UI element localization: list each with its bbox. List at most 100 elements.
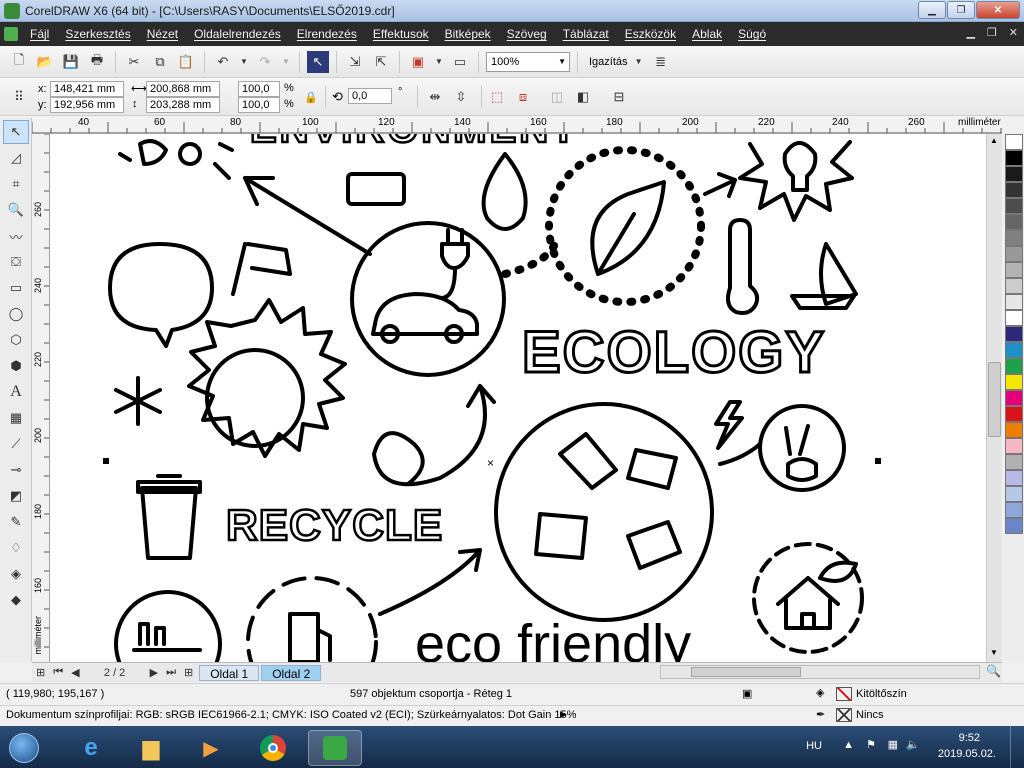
object-origin-icon[interactable]: ⠿ <box>8 86 30 108</box>
table-tool-icon[interactable]: ▦ <box>3 406 29 430</box>
connector-tool-icon[interactable]: ⊸ <box>3 458 29 482</box>
rectangle-tool-icon[interactable]: ▭ <box>3 276 29 300</box>
show-desktop-button[interactable] <box>1010 726 1024 768</box>
paste-icon[interactable]: 📋 <box>175 51 197 73</box>
interactive-effects-icon[interactable]: ◩ <box>3 484 29 508</box>
color-swatch[interactable] <box>1005 454 1023 470</box>
vertical-ruler[interactable]: 260 240 220 200 180 160 milliméter <box>32 134 50 662</box>
redo-dropdown-icon[interactable]: ▼ <box>280 51 292 73</box>
color-swatch[interactable] <box>1005 438 1023 454</box>
color-swatch[interactable] <box>1005 486 1023 502</box>
last-page-icon[interactable]: ⏭ <box>166 666 176 679</box>
color-swatch[interactable] <box>1005 134 1023 150</box>
color-swatch[interactable] <box>1005 422 1023 438</box>
menu-text[interactable]: Szöveg <box>507 27 547 41</box>
lock-ratio-icon[interactable]: 🔒 <box>300 86 322 108</box>
file-explorer-icon[interactable]: ▆ <box>124 730 178 766</box>
publish-dropdown-icon[interactable]: ▼ <box>433 51 445 73</box>
menu-file[interactable]: Fájl <box>30 27 49 41</box>
align-distribute-icon[interactable]: ⊟ <box>608 86 630 108</box>
horizontal-scrollbar[interactable] <box>660 665 980 679</box>
polygon-tool-icon[interactable]: ⬡ <box>3 328 29 352</box>
horizontal-ruler[interactable]: 40 60 80 100 120 140 160 180 200 220 240… <box>32 116 1002 134</box>
color-swatch[interactable] <box>1005 198 1023 214</box>
internet-explorer-icon[interactable]: e <box>64 730 118 766</box>
rotation-angle-field[interactable]: 0,0 <box>348 88 392 104</box>
color-swatch[interactable] <box>1005 518 1023 534</box>
menu-view[interactable]: Nézet <box>147 27 178 41</box>
text-tool-icon[interactable]: A <box>3 380 29 404</box>
color-swatch[interactable] <box>1005 214 1023 230</box>
new-document-icon[interactable]: 🗋 <box>8 51 30 73</box>
add-page-after-icon[interactable]: ⊞ <box>184 666 193 679</box>
vertical-scroll-thumb[interactable] <box>988 362 1001 437</box>
basic-shapes-tool-icon[interactable]: ⬢ <box>3 354 29 378</box>
menu-help[interactable]: Súgó <box>738 27 766 41</box>
color-swatch[interactable] <box>1005 326 1023 342</box>
document-menu-icon[interactable] <box>4 27 18 41</box>
maximize-button[interactable]: ❐ <box>947 1 975 19</box>
color-swatch[interactable] <box>1005 374 1023 390</box>
scroll-down-icon[interactable]: ▼ <box>990 648 998 657</box>
language-indicator[interactable]: HU <box>806 740 822 752</box>
width-field[interactable]: 200,868 mm <box>146 81 220 97</box>
start-button[interactable] <box>4 730 44 766</box>
doc-minimize-button[interactable]: ▁ <box>966 26 974 39</box>
first-page-icon[interactable]: ⏮ <box>53 666 63 679</box>
close-button[interactable]: ✕ <box>976 1 1020 19</box>
shape-tool-icon[interactable]: ◿ <box>3 146 29 170</box>
color-profile-info[interactable]: Dokumentum színprofiljai: RGB: sRGB IEC6… <box>6 709 576 721</box>
color-swatch[interactable] <box>1005 406 1023 422</box>
x-position-field[interactable]: 148,421 mm <box>50 81 124 97</box>
color-swatch[interactable] <box>1005 166 1023 182</box>
previous-page-icon[interactable]: ◀ <box>71 666 79 679</box>
color-swatch[interactable] <box>1005 262 1023 278</box>
minimize-button[interactable]: ▁ <box>918 1 946 19</box>
search-content-icon[interactable]: ↖ <box>307 50 329 73</box>
show-hidden-icons-icon[interactable]: ▲ <box>843 739 854 751</box>
snap-to-label[interactable]: Igazítás <box>589 56 628 68</box>
combine-icon[interactable]: ◫ <box>546 86 568 108</box>
options-icon[interactable]: ≣ <box>650 51 672 73</box>
print-icon[interactable]: 🖶 <box>86 51 108 73</box>
no-fill-swatch[interactable] <box>836 687 852 701</box>
export-icon[interactable]: ⇱ <box>370 51 392 73</box>
import-icon[interactable]: ⇲ <box>344 51 366 73</box>
interactive-fill-tool-icon[interactable]: ◆ <box>3 588 29 612</box>
doc-restore-button[interactable]: ❐ <box>987 26 997 39</box>
profile-arrow-icon[interactable]: ▶ <box>560 709 567 720</box>
color-swatch[interactable] <box>1005 310 1023 326</box>
mirror-horizontal-icon[interactable]: ⇹ <box>424 86 446 108</box>
menu-arrange[interactable]: Elrendezés <box>297 27 357 41</box>
eyedropper-tool-icon[interactable]: ✎ <box>3 510 29 534</box>
pick-tool-icon[interactable]: ↖ <box>3 120 29 144</box>
menu-bitmaps[interactable]: Bitképek <box>445 27 491 41</box>
page-tab-1[interactable]: Oldal 1 <box>199 664 260 681</box>
snap-dropdown-icon[interactable]: ▼ <box>632 51 646 73</box>
color-swatch[interactable] <box>1005 294 1023 310</box>
fill-tool-icon[interactable]: ◈ <box>3 562 29 586</box>
menu-layout[interactable]: Oldalelrendezés <box>194 27 281 41</box>
height-field[interactable]: 203,288 mm <box>146 97 220 113</box>
color-swatch[interactable] <box>1005 182 1023 198</box>
redo-icon[interactable]: ↷ <box>254 51 276 73</box>
color-swatch[interactable] <box>1005 358 1023 374</box>
smart-fill-tool-icon[interactable]: ⛋ <box>3 250 29 274</box>
mirror-vertical-icon[interactable]: ⇳ <box>450 86 472 108</box>
menu-window[interactable]: Ablak <box>692 27 722 41</box>
menu-tools[interactable]: Eszközök <box>625 27 676 41</box>
publish-pdf-icon[interactable]: ▣ <box>407 51 429 73</box>
next-page-icon[interactable]: ▶ <box>150 666 158 679</box>
media-player-icon[interactable]: ▶ <box>184 730 238 766</box>
color-swatch[interactable] <box>1005 150 1023 166</box>
navigator-icon[interactable]: 🔍 <box>986 664 1001 678</box>
volume-icon[interactable]: 🔈 <box>906 738 920 751</box>
ungroup-all-icon[interactable]: ⧈ <box>512 86 534 108</box>
drawing-canvas[interactable]: ECOLOGY RECYCLE eco friendly ENVIRONMENT… <box>50 134 986 662</box>
break-apart-icon[interactable]: ◧ <box>572 86 594 108</box>
horizontal-scroll-thumb[interactable] <box>691 667 801 677</box>
no-outline-swatch[interactable] <box>836 708 852 722</box>
color-swatch[interactable] <box>1005 390 1023 406</box>
doc-close-button[interactable]: ✕ <box>1009 26 1018 39</box>
menu-edit[interactable]: Szerkesztés <box>65 27 130 41</box>
